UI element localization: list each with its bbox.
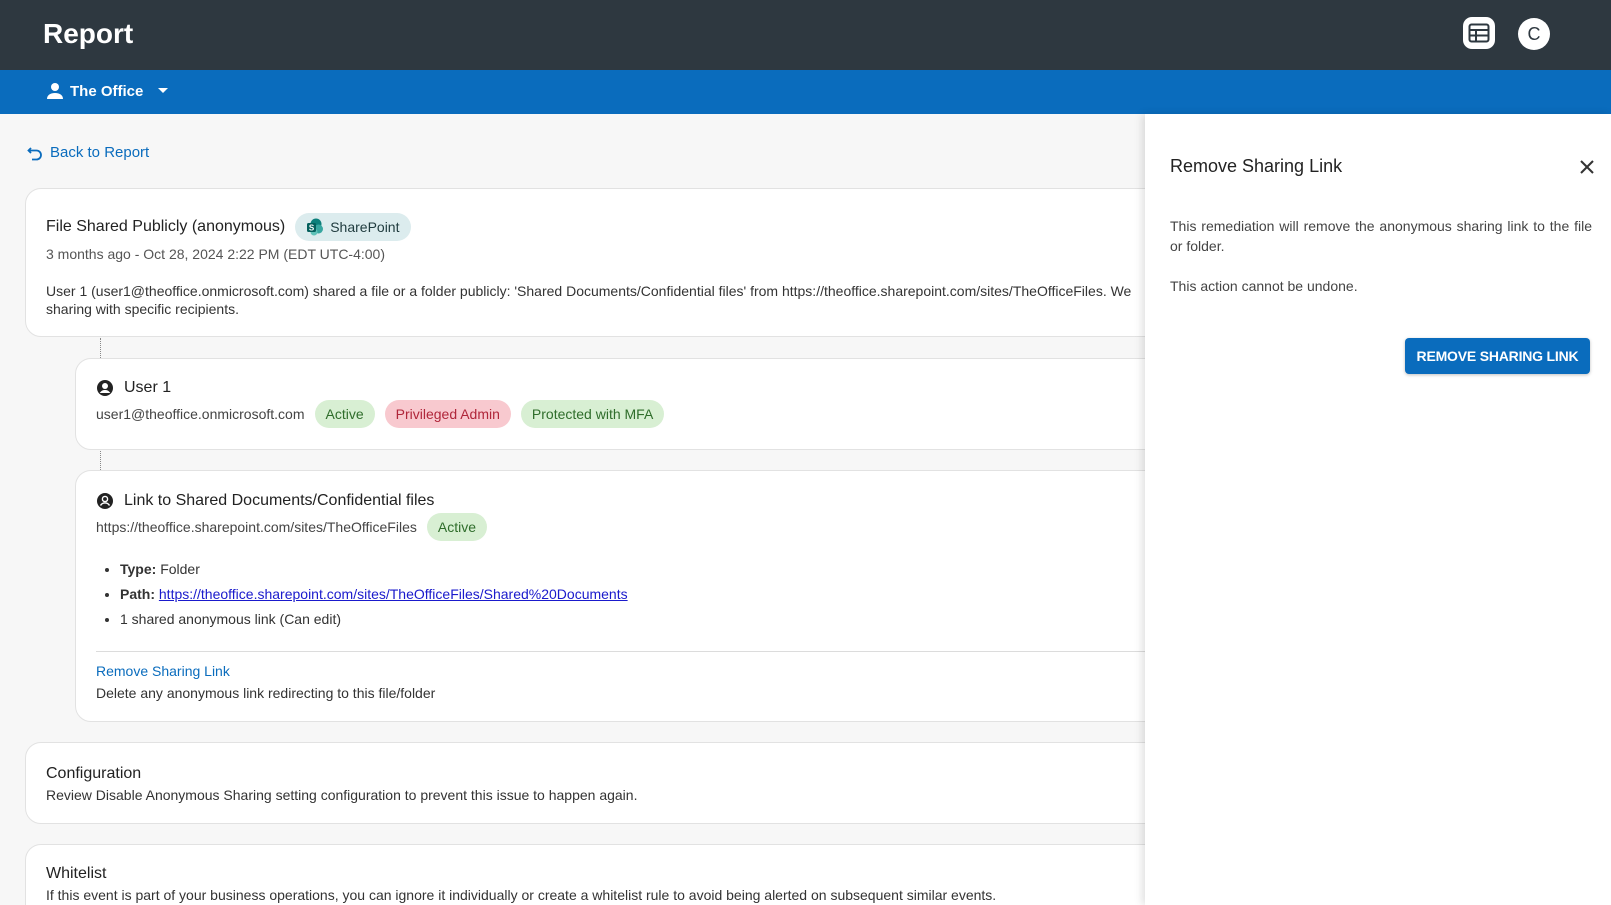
status-badge-mfa: Protected with MFA	[520, 400, 665, 428]
list-item: Path: https://theoffice.sharepoint.com/s…	[120, 586, 628, 603]
path-link[interactable]: https://theoffice.sharepoint.com/sites/T…	[159, 586, 628, 602]
user-avatar[interactable]: C	[1518, 18, 1550, 50]
link-title: Link to Shared Documents/Confidential fi…	[124, 492, 435, 509]
divider	[96, 651, 1206, 652]
user-card: User 1 user1@theoffice.onmicrosoft.com A…	[75, 358, 1205, 450]
tenant-bar: The Office	[0, 70, 1611, 114]
status-badge-privileged-admin: Privileged Admin	[384, 400, 511, 428]
close-icon	[1580, 160, 1594, 174]
remove-sharing-link-action[interactable]: Remove Sharing Link	[96, 663, 230, 679]
connector-line	[100, 451, 101, 470]
whitelist-description: If this event is part of your business o…	[46, 887, 997, 903]
sharepoint-icon: S	[307, 218, 324, 236]
tenant-label: The Office	[70, 82, 144, 100]
link-status-badge: Active	[426, 513, 487, 541]
status-badge-active: Active	[314, 400, 375, 428]
back-to-report-link[interactable]: Back to Report	[27, 144, 149, 161]
table-icon	[1468, 23, 1490, 43]
configuration-description: Review Disable Anonymous Sharing setting…	[46, 787, 638, 803]
close-panel-button[interactable]	[1576, 156, 1598, 178]
source-chip: S SharePoint	[295, 213, 411, 241]
site-url: https://theoffice.sharepoint.com/sites/T…	[96, 519, 417, 535]
tenant-selector[interactable]: The Office	[46, 82, 169, 100]
person-icon	[47, 83, 63, 99]
configuration-card: Configuration Review Disable Anonymous S…	[25, 742, 1205, 824]
user-name: User 1	[124, 379, 172, 396]
remediation-panel: Remove Sharing Link This remediation wil…	[1145, 114, 1611, 905]
source-chip-label: SharePoint	[330, 219, 400, 235]
connector-line	[100, 338, 101, 358]
event-card: File Shared Publicly (anonymous) S Share…	[25, 188, 1205, 337]
account-circle-icon	[97, 380, 113, 396]
undo-arrow-icon	[27, 146, 42, 160]
list-item: Type: Folder	[120, 561, 628, 578]
caret-down-icon	[158, 88, 169, 93]
panel-title: Remove Sharing Link	[1170, 156, 1343, 176]
user-email: user1@theoffice.onmicrosoft.com	[96, 406, 305, 422]
svg-text:S: S	[309, 223, 315, 232]
path-label: Path:	[120, 586, 155, 602]
back-label: Back to Report	[50, 144, 150, 161]
panel-description: This remediation will remove the anonymo…	[1170, 218, 1592, 254]
remove-sharing-link-button[interactable]: REMOVE SHARING LINK	[1405, 338, 1590, 374]
whitelist-card: Whitelist If this event is part of your …	[25, 844, 1205, 905]
event-timestamp: 3 months ago - Oct 28, 2024 2:22 PM (EDT…	[46, 246, 386, 262]
event-title: File Shared Publicly (anonymous)	[46, 218, 286, 235]
event-description-line-1: User 1 (user1@theoffice.onmicrosoft.com)…	[46, 283, 1132, 299]
type-label: Type:	[120, 561, 157, 577]
link-details-list: Type: Folder Path: https://theoffice.sha…	[120, 561, 628, 636]
top-bar: Report C	[0, 0, 1611, 70]
whitelist-title: Whitelist	[46, 865, 107, 882]
list-item: 1 shared anonymous link (Can edit)	[120, 611, 628, 628]
table-view-button[interactable]	[1463, 17, 1495, 49]
anonymous-link-icon	[97, 493, 113, 509]
shared-links-count: 1 shared anonymous link (Can edit)	[120, 611, 342, 627]
event-description-line-2: sharing with specific recipients.	[46, 301, 239, 317]
panel-warning: This action cannot be undone.	[1170, 278, 1358, 294]
app-title: Report	[43, 18, 134, 49]
type-value: Folder	[156, 561, 200, 577]
configuration-title: Configuration	[46, 765, 142, 782]
remove-sharing-link-description: Delete any anonymous link redirecting to…	[96, 685, 436, 701]
